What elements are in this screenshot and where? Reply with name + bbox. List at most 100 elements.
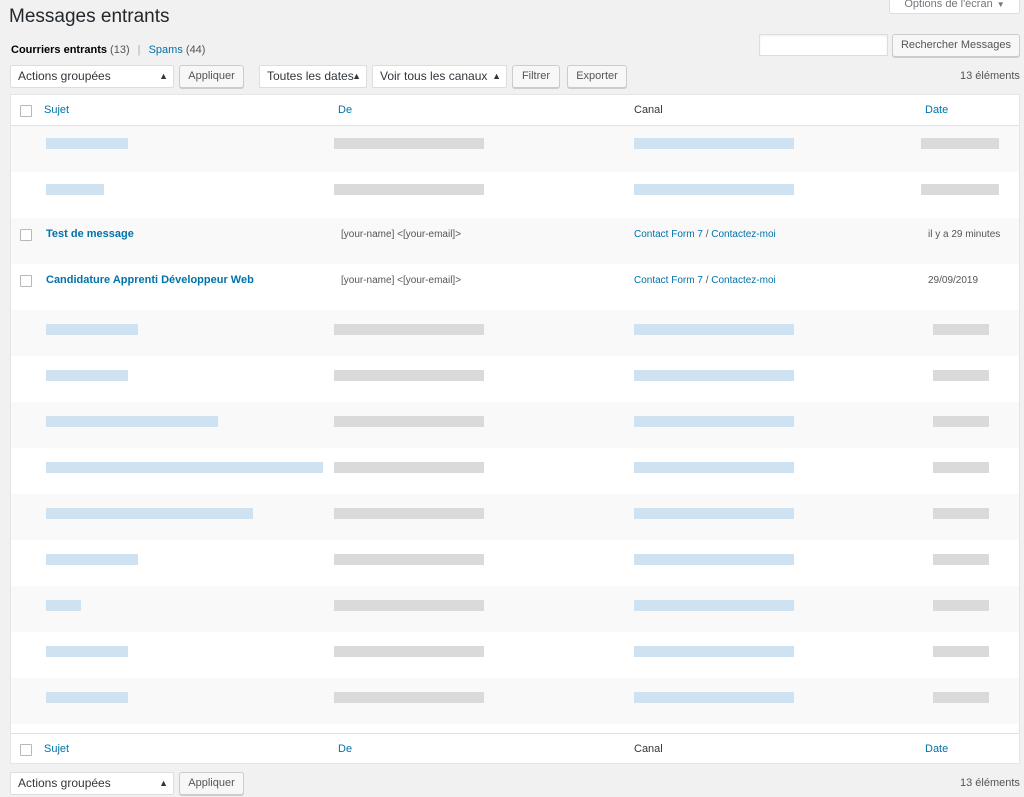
redacted-channel <box>634 184 794 195</box>
channel-page-link[interactable]: Contactez-moi <box>711 275 775 286</box>
column-channel-footer: Canal <box>634 743 663 755</box>
row-subject-link[interactable]: Test de message <box>46 228 134 240</box>
page-title: Messages entrants <box>9 6 170 27</box>
apply-button-bottom[interactable]: Appliquer <box>179 772 244 795</box>
redacted-channel <box>634 370 794 381</box>
table-row[interactable] <box>11 678 1019 724</box>
redacted-from <box>334 138 484 149</box>
table-row[interactable]: Candidature Apprenti Développeur Web [yo… <box>11 264 1019 310</box>
table-row[interactable] <box>11 494 1019 540</box>
redacted-date <box>933 646 989 657</box>
footer-divider <box>11 733 1019 734</box>
view-separator: | <box>137 44 141 56</box>
redacted-date <box>933 600 989 611</box>
row-date: 29/09/2019 <box>928 275 979 286</box>
redacted-from <box>334 184 484 195</box>
search-button[interactable]: Rechercher Messages <box>892 34 1020 57</box>
column-from-footer[interactable]: De <box>338 743 352 755</box>
column-subject-footer[interactable]: Sujet <box>44 743 69 755</box>
redacted-date <box>933 462 989 473</box>
column-date[interactable]: Date <box>925 104 948 116</box>
column-date-footer[interactable]: Date <box>925 743 948 755</box>
redacted-from <box>334 554 484 565</box>
redacted-date <box>933 370 989 381</box>
row-subject-link[interactable]: Candidature Apprenti Développeur Web <box>46 274 254 286</box>
row-from: [your-name] <[your-email]> <box>341 229 462 240</box>
screen-options-label: Options de l'écran <box>904 0 993 10</box>
view-filters: Courriers entrants (13) | Spams (44) <box>11 44 205 56</box>
channel-page-link[interactable]: Contactez-moi <box>711 229 775 240</box>
row-channel: Contact Form 7 / Contactez-moi <box>634 229 776 240</box>
messages-table: Sujet De Canal Date Test de message [you… <box>10 94 1020 764</box>
row-from: [your-name] <[your-email]> <box>341 275 462 286</box>
select-caret-icon: ▲ <box>492 71 501 81</box>
view-spam[interactable]: Spams (44) <box>149 44 206 56</box>
redacted-channel <box>634 600 794 611</box>
select-caret-icon: ▲ <box>352 71 361 81</box>
redacted-from <box>334 692 484 703</box>
redacted-date <box>933 692 989 703</box>
channel-form-link[interactable]: Contact Form 7 <box>634 275 703 286</box>
table-row[interactable] <box>11 356 1019 402</box>
redacted-subject <box>46 600 81 611</box>
table-row[interactable]: Test de message [your-name] <[your-email… <box>11 218 1019 264</box>
redacted-channel <box>634 692 794 703</box>
row-checkbox[interactable] <box>20 229 32 241</box>
bulk-action-select[interactable]: Actions groupées ▲ <box>10 65 174 88</box>
redacted-date <box>921 184 999 195</box>
column-channel: Canal <box>634 104 663 116</box>
select-all-checkbox[interactable] <box>20 105 32 117</box>
filter-button[interactable]: Filtrer <box>512 65 560 88</box>
redacted-channel <box>634 138 794 149</box>
redacted-from <box>334 646 484 657</box>
screen-options-button[interactable]: Options de l'écran ▼ <box>889 0 1020 14</box>
table-row[interactable] <box>11 632 1019 678</box>
redacted-subject <box>46 554 138 565</box>
redacted-channel <box>634 554 794 565</box>
table-row[interactable] <box>11 540 1019 586</box>
redacted-date <box>933 324 989 335</box>
items-count-bottom: 13 éléments <box>960 777 1020 789</box>
table-row[interactable] <box>11 402 1019 448</box>
table-row[interactable] <box>11 310 1019 356</box>
redacted-channel <box>634 646 794 657</box>
bulk-action-select-bottom[interactable]: Actions groupées ▲ <box>10 772 174 795</box>
redacted-date <box>933 416 989 427</box>
row-channel: Contact Form 7 / Contactez-moi <box>634 275 776 286</box>
redacted-from <box>334 508 484 519</box>
redacted-subject <box>46 370 128 381</box>
redacted-from <box>334 370 484 381</box>
search-input[interactable] <box>759 34 888 56</box>
redacted-from <box>334 416 484 427</box>
select-all-checkbox-footer[interactable] <box>20 744 32 756</box>
redacted-channel <box>634 508 794 519</box>
table-row[interactable] <box>11 448 1019 494</box>
redacted-channel <box>634 416 794 427</box>
redacted-subject <box>46 646 128 657</box>
redacted-subject <box>46 508 253 519</box>
redacted-subject <box>46 184 104 195</box>
select-caret-icon: ▲ <box>159 778 168 788</box>
select-caret-icon: ▲ <box>159 71 168 81</box>
column-from[interactable]: De <box>338 104 352 116</box>
redacted-subject <box>46 692 128 703</box>
table-row[interactable] <box>11 586 1019 632</box>
export-button[interactable]: Exporter <box>567 65 627 88</box>
date-filter-select[interactable]: Toutes les dates ▲ <box>259 65 367 88</box>
row-date: il y a 29 minutes <box>928 229 1001 240</box>
table-row[interactable] <box>11 126 1019 172</box>
apply-button[interactable]: Appliquer <box>179 65 244 88</box>
caret-down-icon: ▼ <box>996 0 1005 9</box>
redacted-from <box>334 324 484 335</box>
row-checkbox[interactable] <box>20 275 32 287</box>
redacted-channel <box>634 462 794 473</box>
redacted-subject <box>46 138 128 149</box>
table-row[interactable] <box>11 172 1019 218</box>
redacted-subject <box>46 324 138 335</box>
channel-form-link[interactable]: Contact Form 7 <box>634 229 703 240</box>
column-subject[interactable]: Sujet <box>44 104 69 116</box>
redacted-date <box>921 138 999 149</box>
view-inbox[interactable]: Courriers entrants (13) <box>11 44 130 56</box>
channel-filter-select[interactable]: Voir tous les canaux ▲ <box>372 65 507 88</box>
redacted-date <box>933 554 989 565</box>
